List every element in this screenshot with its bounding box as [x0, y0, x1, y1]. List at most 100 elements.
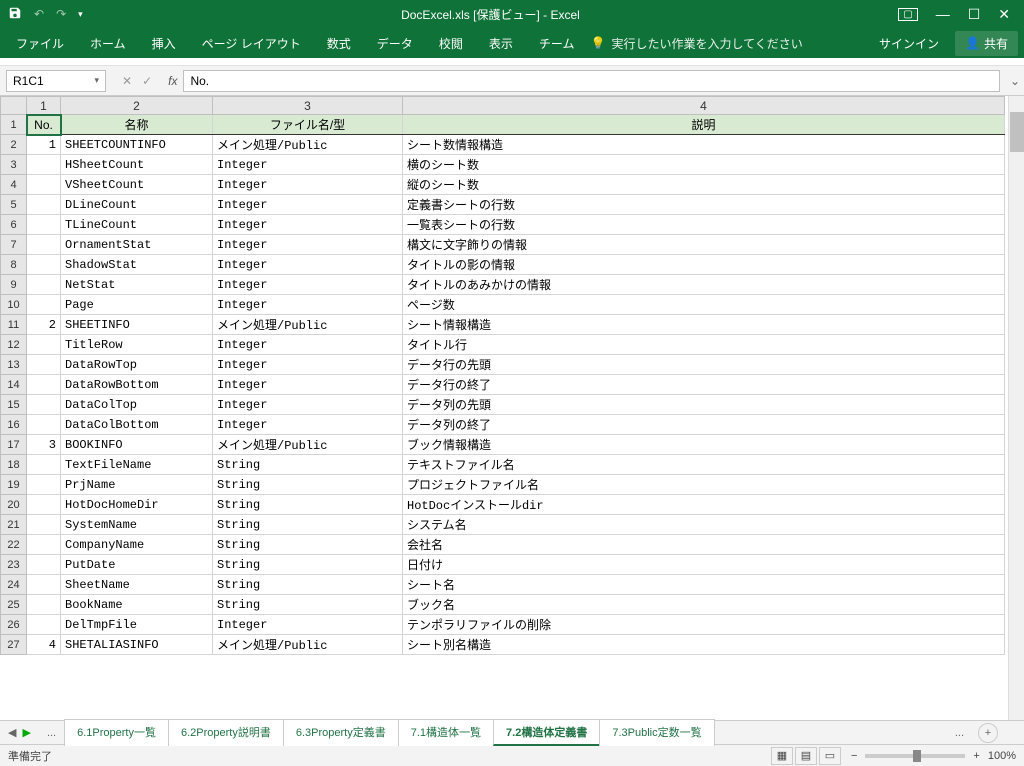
- col-header[interactable]: 2: [61, 97, 213, 115]
- row-header[interactable]: 6: [1, 215, 27, 235]
- cell[interactable]: SystemName: [61, 515, 213, 535]
- cell[interactable]: ブック情報構造: [403, 435, 1005, 455]
- cell[interactable]: Integer: [213, 175, 403, 195]
- row-header[interactable]: 26: [1, 615, 27, 635]
- cell[interactable]: NetStat: [61, 275, 213, 295]
- row-header[interactable]: 2: [1, 135, 27, 155]
- tab-data[interactable]: データ: [367, 29, 423, 58]
- cell[interactable]: プロジェクトファイル名: [403, 475, 1005, 495]
- row-header[interactable]: 12: [1, 335, 27, 355]
- cell[interactable]: 日付け: [403, 555, 1005, 575]
- cell[interactable]: [27, 535, 61, 555]
- cell[interactable]: タイトル行: [403, 335, 1005, 355]
- row-header[interactable]: 5: [1, 195, 27, 215]
- tabs-ellipsis-right[interactable]: ...: [947, 727, 972, 739]
- cell[interactable]: タイトルの影の情報: [403, 255, 1005, 275]
- row-header[interactable]: 25: [1, 595, 27, 615]
- cell[interactable]: SheetName: [61, 575, 213, 595]
- row-header[interactable]: 20: [1, 495, 27, 515]
- cell[interactable]: 一覧表シートの行数: [403, 215, 1005, 235]
- cell[interactable]: メイン処理/Public: [213, 315, 403, 335]
- row-header[interactable]: 11: [1, 315, 27, 335]
- cell[interactable]: [27, 275, 61, 295]
- cell[interactable]: 会社名: [403, 535, 1005, 555]
- cell[interactable]: TitleRow: [61, 335, 213, 355]
- cell[interactable]: String: [213, 535, 403, 555]
- cell[interactable]: 2: [27, 315, 61, 335]
- cell[interactable]: [27, 235, 61, 255]
- spreadsheet-grid[interactable]: 1 2 3 4 1No.名称ファイル名/型説明21SHEETCOUNTINFOメ…: [0, 96, 1005, 655]
- cell[interactable]: BookName: [61, 595, 213, 615]
- cell[interactable]: SHEETINFO: [61, 315, 213, 335]
- header-cell[interactable]: 名称: [61, 115, 213, 135]
- cell[interactable]: CompanyName: [61, 535, 213, 555]
- row-header[interactable]: 7: [1, 235, 27, 255]
- sheet-tab[interactable]: 7.3Public定数一覧: [599, 719, 714, 746]
- cell[interactable]: [27, 195, 61, 215]
- name-box[interactable]: R1C1 ▾: [6, 70, 106, 92]
- cell[interactable]: データ列の終了: [403, 415, 1005, 435]
- cell[interactable]: [27, 335, 61, 355]
- cell[interactable]: DataColBottom: [61, 415, 213, 435]
- cell[interactable]: [27, 355, 61, 375]
- cell[interactable]: Integer: [213, 235, 403, 255]
- cell[interactable]: [27, 155, 61, 175]
- row-header[interactable]: 17: [1, 435, 27, 455]
- cell[interactable]: String: [213, 455, 403, 475]
- fx-icon[interactable]: fx: [162, 74, 183, 88]
- cell[interactable]: [27, 415, 61, 435]
- cell[interactable]: テキストファイル名: [403, 455, 1005, 475]
- save-icon[interactable]: [8, 6, 22, 23]
- cell[interactable]: 構文に文字飾りの情報: [403, 235, 1005, 255]
- cell[interactable]: DataRowBottom: [61, 375, 213, 395]
- cell[interactable]: ページ数: [403, 295, 1005, 315]
- cell[interactable]: [27, 615, 61, 635]
- row-header[interactable]: 8: [1, 255, 27, 275]
- cell[interactable]: [27, 215, 61, 235]
- select-all-corner[interactable]: [1, 97, 27, 115]
- cell[interactable]: Integer: [213, 195, 403, 215]
- enter-formula-icon[interactable]: ✓: [142, 74, 152, 88]
- cell[interactable]: DataRowTop: [61, 355, 213, 375]
- cancel-formula-icon[interactable]: ✕: [122, 74, 132, 88]
- row-header[interactable]: 13: [1, 355, 27, 375]
- cell[interactable]: [27, 575, 61, 595]
- redo-icon[interactable]: ↷: [56, 7, 66, 21]
- row-header[interactable]: 1: [1, 115, 27, 135]
- cell[interactable]: [27, 175, 61, 195]
- expand-formula-icon[interactable]: ⌄: [1006, 74, 1024, 88]
- cell[interactable]: Integer: [213, 215, 403, 235]
- header-cell[interactable]: 説明: [403, 115, 1005, 135]
- sheet-tab[interactable]: 7.1構造体一覧: [398, 719, 494, 746]
- maximize-icon[interactable]: ☐: [968, 6, 981, 23]
- cell[interactable]: [27, 395, 61, 415]
- cell[interactable]: BOOKINFO: [61, 435, 213, 455]
- row-header[interactable]: 22: [1, 535, 27, 555]
- cell[interactable]: Integer: [213, 275, 403, 295]
- cell[interactable]: [27, 295, 61, 315]
- zoom-in-icon[interactable]: +: [973, 750, 979, 762]
- cell[interactable]: HotDocHomeDir: [61, 495, 213, 515]
- cell[interactable]: [27, 495, 61, 515]
- cell[interactable]: HSheetCount: [61, 155, 213, 175]
- row-header[interactable]: 23: [1, 555, 27, 575]
- undo-icon[interactable]: ↶: [34, 7, 44, 21]
- tab-nav-next-icon[interactable]: ▶: [22, 726, 30, 739]
- cell[interactable]: [27, 475, 61, 495]
- row-header[interactable]: 14: [1, 375, 27, 395]
- cell[interactable]: PutDate: [61, 555, 213, 575]
- row-header[interactable]: 16: [1, 415, 27, 435]
- cell[interactable]: [27, 515, 61, 535]
- cell[interactable]: PrjName: [61, 475, 213, 495]
- cell[interactable]: シート情報構造: [403, 315, 1005, 335]
- tab-insert[interactable]: 挿入: [142, 29, 186, 58]
- row-header[interactable]: 24: [1, 575, 27, 595]
- cell[interactable]: VSheetCount: [61, 175, 213, 195]
- row-header[interactable]: 21: [1, 515, 27, 535]
- cell[interactable]: [27, 255, 61, 275]
- vertical-scrollbar[interactable]: [1008, 96, 1024, 720]
- tab-file[interactable]: ファイル: [6, 29, 74, 58]
- cell[interactable]: 横のシート数: [403, 155, 1005, 175]
- cell[interactable]: Integer: [213, 295, 403, 315]
- row-header[interactable]: 18: [1, 455, 27, 475]
